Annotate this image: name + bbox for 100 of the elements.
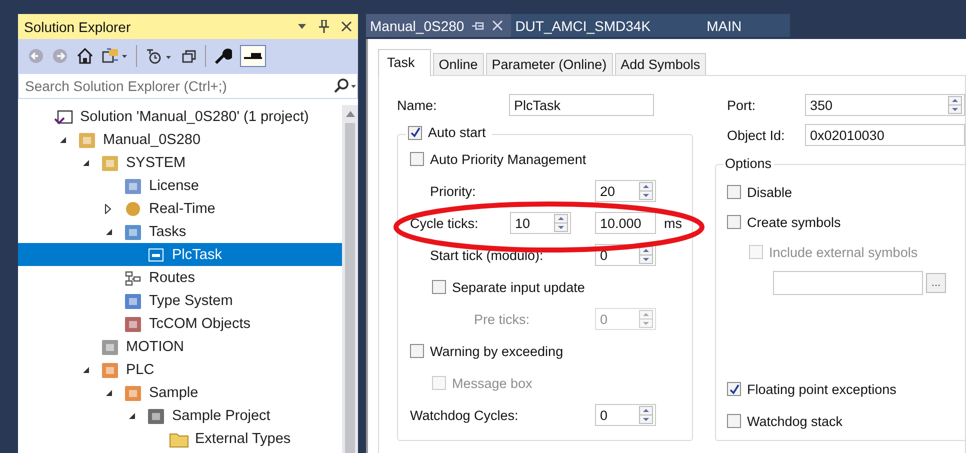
collapsed-arrow-icon[interactable]: [105, 204, 111, 214]
tree-item[interactable]: Sample Project: [18, 404, 342, 427]
node-icon: [146, 406, 166, 424]
node-icon: [123, 268, 143, 286]
field-label: Start tick (modulo):: [429, 248, 544, 262]
dialog-tab[interactable]: Add Symbols: [614, 53, 706, 75]
search-icon[interactable]: [333, 78, 357, 94]
tree-item[interactable]: Sample: [18, 381, 342, 404]
tree-item[interactable]: External Types: [18, 427, 342, 450]
home-icon[interactable]: [76, 48, 94, 64]
spin-buttons-icon[interactable]: [639, 182, 653, 200]
node-icon: [77, 130, 97, 148]
checkbox-label: Auto start: [428, 125, 486, 140]
windows-icon[interactable]: [181, 48, 197, 64]
node-icon: [100, 338, 120, 356]
number-field[interactable]: 10: [510, 212, 571, 234]
unit-label: ms: [664, 216, 682, 230]
expanded-arrow-icon[interactable]: [82, 366, 90, 374]
spin-buttons-icon[interactable]: [948, 96, 962, 114]
group-title: Options: [723, 156, 774, 171]
wrench-icon[interactable]: [214, 47, 232, 65]
checkbox-label: Auto Priority Management: [430, 152, 586, 166]
tree-item[interactable]: Real-Time: [18, 197, 342, 220]
checkbox[interactable]: [410, 344, 424, 358]
checkbox-label: Watchdog stack: [747, 414, 843, 428]
checkbox[interactable]: [727, 185, 741, 199]
tree-item[interactable]: Tasks: [18, 220, 342, 243]
node-icon: [123, 222, 143, 240]
number-field[interactable]: 20: [595, 180, 656, 202]
port-field[interactable]: 350: [805, 94, 965, 116]
panel-title: Solution Explorer: [24, 18, 132, 34]
field-label: Cycle ticks:: [410, 216, 480, 230]
node-icon: [123, 292, 143, 310]
node-icon: [100, 360, 120, 378]
field-label: Priority:: [429, 184, 477, 198]
document-tab[interactable]: MAIN: [658, 14, 790, 37]
tree-item[interactable]: SYSTEM: [18, 151, 342, 174]
task-icon: [146, 246, 166, 264]
tree-item[interactable]: TcCOM Objects: [18, 312, 342, 335]
checkbox[interactable]: [410, 152, 424, 166]
path-field[interactable]: [773, 271, 923, 295]
minus-pin-icon[interactable]: [243, 52, 263, 60]
checkbox-label: Warning by exceeding: [430, 344, 564, 358]
checkbox-label: Include external symbols: [769, 244, 918, 260]
checkbox[interactable]: [408, 126, 422, 140]
field-label: Watchdog Cycles:: [410, 408, 520, 422]
expanded-arrow-icon[interactable]: [59, 136, 67, 144]
pin-icon[interactable]: [319, 20, 329, 33]
tree-item[interactable]: Manual_0S280: [18, 128, 342, 151]
field-label: Object Id:: [727, 128, 786, 142]
tree-item[interactable]: PlcTask: [18, 243, 342, 266]
dialog-tab[interactable]: Task: [378, 49, 431, 76]
search-box[interactable]: Search Solution Explorer (Ctrl+;): [18, 73, 358, 99]
document-tab[interactable]: DUT_AMCI_SMD34K: [511, 14, 659, 37]
spin-buttons-icon[interactable]: [554, 214, 568, 232]
tree-item[interactable]: MOTION: [18, 335, 342, 358]
tree-item[interactable]: PLC: [18, 358, 342, 381]
tree-item[interactable]: License: [18, 174, 342, 197]
dialog-tab[interactable]: Online: [432, 53, 484, 75]
checkbox-label: Floating point exceptions: [747, 382, 896, 396]
node-icon: [54, 108, 74, 126]
node-icon: [123, 384, 143, 402]
dialog-tab[interactable]: Parameter (Online): [486, 53, 613, 75]
clock-icon[interactable]: [145, 48, 173, 64]
checkbox-label: Create symbols: [747, 214, 841, 230]
expanded-arrow-icon[interactable]: [105, 388, 113, 396]
tree-item[interactable]: Routes: [18, 266, 342, 289]
node-icon: [123, 314, 143, 332]
scrollbar[interactable]: [342, 105, 358, 453]
checkbox-label: Separate input update: [452, 280, 585, 294]
expanded-arrow-icon[interactable]: [128, 412, 136, 420]
toggle-button[interactable]: [240, 45, 266, 67]
checkbox[interactable]: [727, 414, 741, 428]
name-field[interactable]: PlcTask: [509, 94, 654, 116]
checkbox-label: Message box: [452, 376, 532, 390]
tree-item[interactable]: Type System: [18, 289, 342, 312]
expanded-arrow-icon[interactable]: [105, 228, 113, 236]
dropdown-icon[interactable]: [297, 24, 307, 30]
browse-button[interactable]: ...: [926, 273, 946, 293]
field-label: Pre ticks:: [473, 312, 531, 326]
node-icon: [123, 176, 143, 194]
checkbox[interactable]: [727, 215, 741, 229]
object-id-field[interactable]: 0x02010030: [805, 124, 965, 146]
node-icon: [123, 200, 143, 218]
tree-item[interactable]: Solution 'Manual_0S280' (1 project): [18, 105, 342, 128]
expanded-arrow-icon[interactable]: [82, 158, 90, 166]
time-field[interactable]: 10.000: [595, 212, 656, 234]
field-label: Name:: [397, 98, 438, 112]
checkbox-label: Disable: [747, 184, 792, 200]
field-label: Port:: [727, 98, 757, 112]
number-field[interactable]: 0: [595, 404, 656, 426]
checkbox[interactable]: [727, 382, 741, 396]
close-icon[interactable]: [341, 21, 352, 32]
scroll-up-icon[interactable]: [346, 111, 354, 117]
sync-icon[interactable]: [102, 48, 128, 64]
checkbox[interactable]: [432, 280, 446, 294]
spin-buttons-icon[interactable]: [639, 246, 653, 264]
spin-buttons-icon[interactable]: [639, 406, 653, 424]
search-field[interactable]: Search Solution Explorer (Ctrl+;): [19, 78, 333, 94]
node-icon: [100, 154, 120, 172]
